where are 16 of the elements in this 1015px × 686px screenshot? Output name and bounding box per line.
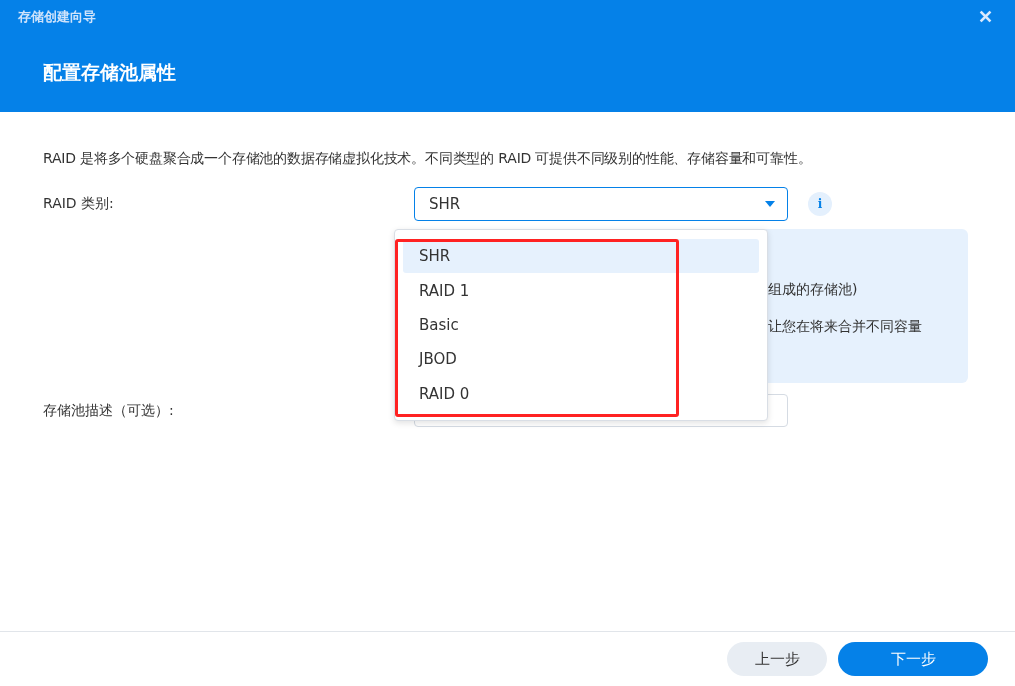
page-heading: 配置存储池属性: [43, 60, 177, 85]
field-label: RAID 类别:: [43, 195, 115, 213]
dropdown-option[interactable]: RAID 0: [403, 376, 759, 412]
back-button[interactable]: 上一步: [727, 642, 827, 676]
dropdown-option[interactable]: RAID 1: [403, 273, 759, 308]
raid-type-select[interactable]: SHR: [414, 187, 788, 221]
dropdown-option[interactable]: Basic: [403, 307, 759, 343]
window-title: 存储创建向导: [18, 8, 96, 26]
info-text: 让您在将来合并不同容量: [768, 318, 923, 336]
field-label: 存储池描述（可选）:: [43, 401, 175, 420]
info-text: 组成的存储池): [768, 281, 859, 299]
caret-icon: [765, 201, 775, 207]
dropdown-option[interactable]: SHR: [403, 239, 759, 274]
next-button[interactable]: 下一步: [838, 642, 988, 676]
description-text: RAID 是将多个硬盘聚合成一个存储池的数据存储虚拟化技术。不同类型的 RAID 可提供不同级别的性能、存储容量和可靠性。: [43, 150, 813, 168]
dropdown-option[interactable]: JBOD: [403, 342, 759, 377]
